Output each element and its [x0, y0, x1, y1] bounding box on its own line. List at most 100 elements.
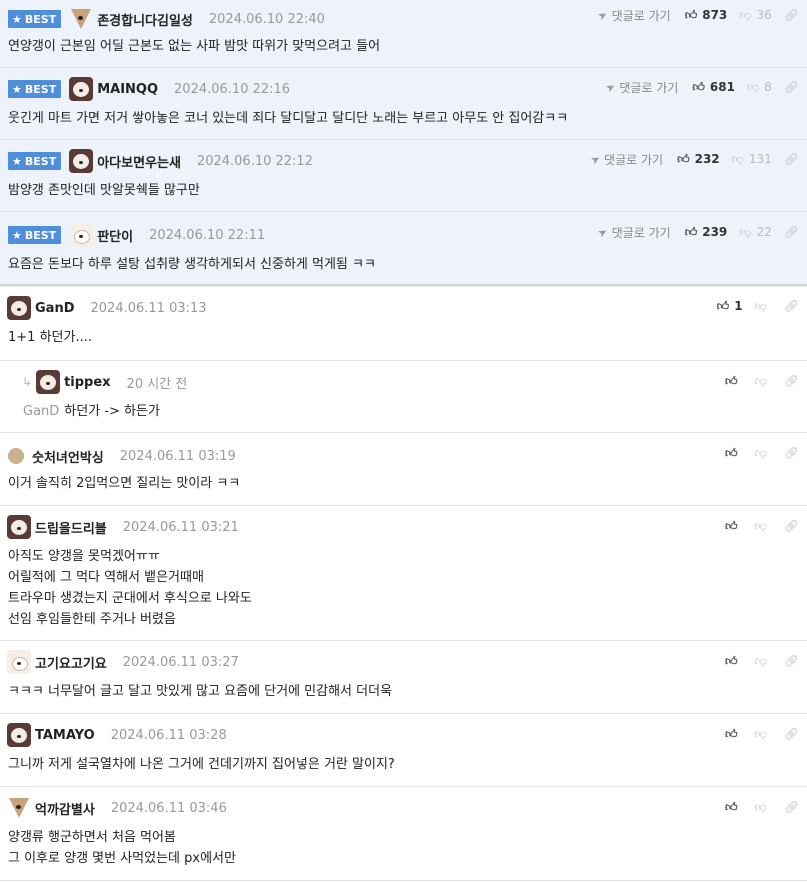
avatar[interactable] — [7, 515, 31, 539]
username[interactable]: 아다보면우는새 — [97, 152, 181, 171]
downvote-button[interactable]: 👎︎ — [755, 800, 772, 815]
avatar[interactable] — [7, 296, 31, 320]
downvote-button[interactable]: 👎︎ 22 — [739, 225, 771, 240]
downvote-button[interactable]: 👎︎ — [755, 727, 772, 742]
downvote-button[interactable]: 👎︎ — [755, 446, 772, 461]
comment-text: 밤양갱 존맛인데 맛알못쉑들 많구만 — [8, 183, 200, 198]
avatar[interactable] — [8, 448, 24, 464]
reply-target[interactable]: GanD — [23, 404, 59, 419]
comment: 드립을드리블 2024.06.11 03:21 👍︎ 👎︎ 🔗︎ 아직도 양갱을… — [0, 506, 807, 641]
best-comment: ★ BEST MAINQQ 2024.06.10 22:16 ➤ 댓글로 가기 👍︎… — [0, 68, 807, 140]
comment-text: 그니까 저게 설국열차에 나온 그거에 건데기까지 집어넣은 거란 말이지? — [8, 757, 395, 772]
thumbs-down-icon: 👎︎ — [746, 79, 760, 94]
thumbs-up-icon: 👍︎ — [716, 298, 730, 313]
username[interactable]: TAMAYO — [35, 728, 95, 743]
thumbs-down-icon: 👎︎ — [754, 799, 767, 814]
link-icon[interactable]: 🔗︎ — [784, 374, 799, 388]
goto-comment-link[interactable]: ➤ 댓글로 가기 — [588, 151, 663, 168]
upvote-button[interactable]: 👍︎ — [725, 800, 743, 815]
thumbs-up-icon: 👍︎ — [725, 373, 738, 388]
downvote-button[interactable]: 👎︎ — [755, 654, 772, 669]
link-icon[interactable]: 🔗︎ — [784, 299, 799, 313]
link-icon[interactable]: 🔗︎ — [784, 8, 799, 22]
downvote-button[interactable]: 👎︎ 131 — [732, 152, 772, 167]
link-icon[interactable]: 🔗︎ — [784, 654, 799, 668]
best-comment: ★ BEST 존경합니다김일성 2024.06.10 22:40 ➤ 댓글로 가기 … — [0, 0, 807, 68]
upvote-button[interactable]: 👍︎ — [725, 727, 743, 742]
comment-date: 2024.06.11 03:21 — [122, 519, 239, 535]
comment-text: 요즘은 돈보다 하루 설탕 섭취량 생각하게되서 신중하게 먹게됨 ㅋㅋ — [8, 257, 376, 272]
username[interactable]: 드립을드리블 — [35, 518, 107, 537]
comment-text: 1+1 하던가.... — [8, 330, 92, 345]
link-icon[interactable]: 🔗︎ — [784, 446, 799, 460]
comment: GanD 2024.06.11 03:13 👍︎ 1 👎︎ 🔗︎ 1+1 하던가.… — [0, 287, 807, 361]
best-badge: ★ BEST — [8, 152, 62, 170]
thumbs-up-icon: 👍︎ — [725, 445, 738, 460]
comment-date: 2024.06.11 03:19 — [119, 448, 236, 464]
upvote-button[interactable]: 👍︎ 1 — [717, 299, 743, 314]
avatar[interactable] — [7, 796, 31, 820]
comment-date: 2024.06.11 03:13 — [90, 300, 207, 316]
username[interactable]: 존경합니다김일성 — [97, 10, 193, 29]
comment-date: 2024.06.10 22:12 — [196, 153, 313, 169]
thumbs-down-icon: 👎︎ — [739, 7, 752, 22]
send-icon: ➤ — [595, 7, 611, 23]
goto-comment-link[interactable]: ➤ 댓글로 가기 — [603, 79, 678, 96]
username[interactable]: MAINQQ — [97, 82, 158, 97]
star-icon: ★ — [12, 82, 22, 96]
star-icon: ★ — [12, 12, 22, 26]
username[interactable]: 판단이 — [97, 226, 133, 245]
downvote-button[interactable]: 👎︎ 36 — [739, 8, 771, 23]
upvote-button[interactable]: 👍︎ 873 — [685, 8, 728, 23]
upvote-button[interactable]: 👍︎ 681 — [692, 80, 735, 95]
link-icon[interactable]: 🔗︎ — [784, 800, 799, 814]
upvote-button[interactable]: 👍︎ — [725, 519, 743, 534]
thumbs-up-icon: 👍︎ — [725, 726, 738, 741]
comment-text: GanD 하던가 -> 하든가 — [23, 404, 160, 419]
thumbs-down-icon: 👎︎ — [754, 298, 767, 313]
thumbs-up-icon: 👍︎ — [692, 79, 705, 94]
thumbs-up-icon: 👍︎ — [725, 518, 738, 533]
upvote-button[interactable]: 👍︎ 232 — [677, 152, 720, 167]
username[interactable]: 억까감별사 — [35, 799, 95, 818]
reply-arrow-icon: ↳ — [22, 375, 33, 389]
downvote-button[interactable]: 👎︎ — [755, 519, 772, 534]
upvote-button[interactable]: 👍︎ — [725, 654, 743, 669]
link-icon[interactable]: 🔗︎ — [784, 727, 799, 741]
downvote-button[interactable]: 👎︎ — [755, 374, 772, 389]
avatar[interactable] — [69, 149, 94, 173]
downvote-button[interactable]: 👎︎ 8 — [747, 80, 772, 95]
downvote-button[interactable]: 👎︎ — [755, 299, 772, 314]
upvote-button[interactable]: 👍︎ 239 — [685, 225, 728, 240]
best-badge: ★ BEST — [8, 226, 62, 244]
star-icon: ★ — [12, 154, 22, 168]
username[interactable]: tippex — [64, 375, 110, 390]
avatar[interactable] — [7, 723, 31, 747]
goto-comment-link[interactable]: ➤ 댓글로 가기 — [596, 224, 671, 241]
username[interactable]: 숫처녀언박싱 — [32, 447, 104, 466]
upvote-button[interactable]: 👍︎ — [725, 374, 743, 389]
goto-comment-link[interactable]: ➤ 댓글로 가기 — [595, 7, 671, 24]
comment-date: 2024.06.11 03:27 — [122, 654, 239, 670]
link-icon[interactable]: 🔗︎ — [784, 519, 799, 533]
comment-date: 2024.06.10 22:11 — [149, 227, 266, 243]
link-icon[interactable]: 🔗︎ — [784, 80, 799, 94]
thumbs-down-icon: 👎︎ — [739, 224, 752, 239]
username[interactable]: GanD — [35, 301, 75, 316]
upvote-button[interactable]: 👍︎ — [725, 446, 743, 461]
avatar[interactable] — [36, 370, 61, 394]
link-icon[interactable]: 🔗︎ — [784, 152, 799, 166]
thumbs-down-icon: 👎︎ — [754, 653, 767, 668]
avatar[interactable] — [69, 7, 93, 31]
comment: 억까감별사 2024.06.11 03:46 👍︎ 👎︎ 🔗︎ 양갱류 행군하면… — [0, 787, 807, 881]
star-icon: ★ — [12, 228, 22, 242]
link-icon[interactable]: 🔗︎ — [784, 225, 799, 239]
thumbs-down-icon: 👎︎ — [731, 151, 744, 166]
avatar[interactable] — [69, 223, 94, 247]
comment-date: 2024.06.11 03:28 — [110, 727, 227, 743]
thumbs-down-icon: 👎︎ — [754, 726, 767, 741]
avatar[interactable] — [69, 77, 94, 101]
thumbs-down-icon: 👎︎ — [754, 445, 767, 460]
username[interactable]: 고기요고기요 — [35, 653, 107, 672]
avatar[interactable] — [7, 650, 31, 674]
